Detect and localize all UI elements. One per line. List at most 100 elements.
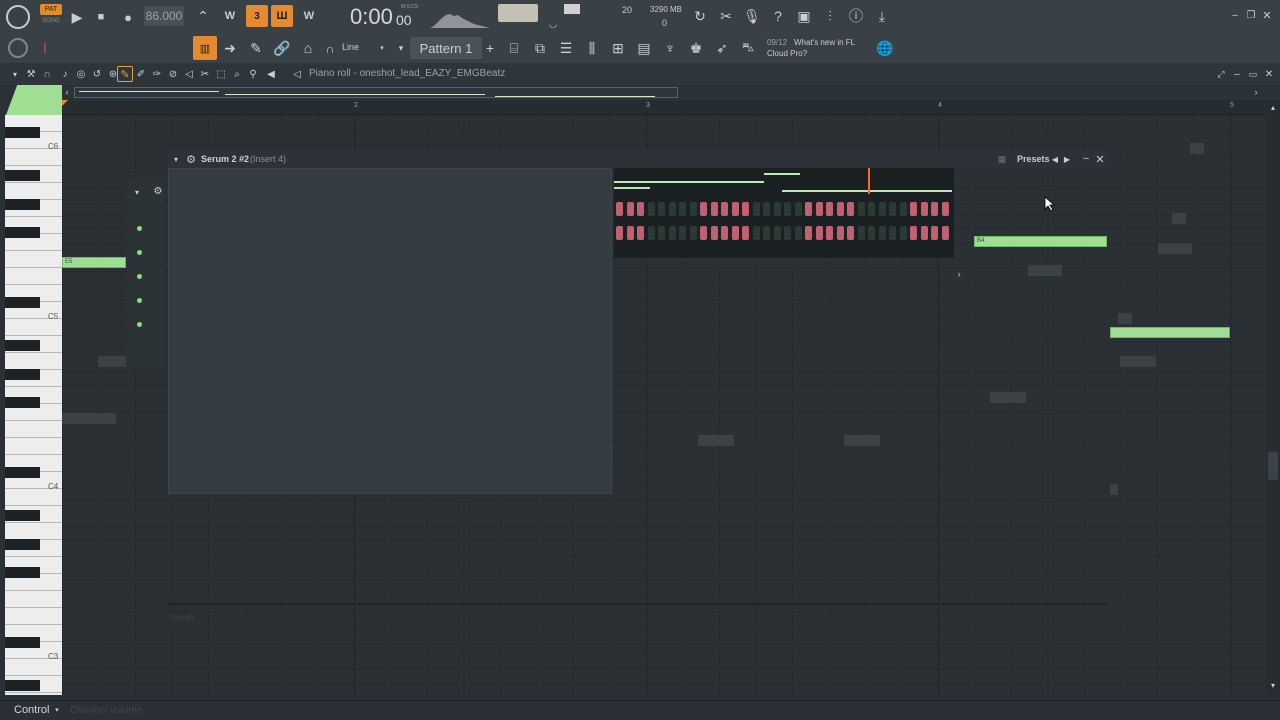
select-tool-icon[interactable]: ⬚ — [214, 67, 228, 81]
step-pad[interactable] — [889, 202, 896, 216]
step-pad[interactable] — [773, 202, 781, 216]
snap-dropdown-icon[interactable]: ▾ — [378, 43, 386, 53]
zoom-tool-icon[interactable]: ⌕ — [230, 67, 244, 81]
news-headline[interactable]: What's new in FL — [794, 38, 855, 47]
step-pad[interactable] — [742, 226, 749, 240]
step-pad[interactable] — [899, 202, 907, 216]
step-pad[interactable] — [889, 226, 896, 240]
step-pad[interactable] — [689, 226, 697, 240]
step-pad[interactable] — [752, 226, 760, 240]
step-pad[interactable] — [931, 226, 938, 240]
piano-roll-title[interactable]: Piano roll - oneshot_lead_EAZY_EMGBeatz — [309, 68, 505, 79]
arrow-icon[interactable]: ➜ — [220, 37, 240, 59]
delete-tool-icon[interactable]: ✑ — [150, 67, 164, 81]
cart-icon[interactable]: ⛍ — [738, 37, 758, 59]
wait-record-icon[interactable]: W — [219, 6, 241, 26]
step-pad[interactable] — [721, 202, 728, 216]
step-pad[interactable] — [637, 202, 644, 216]
step-pad[interactable] — [794, 202, 802, 216]
song-mode-button[interactable]: SONG — [40, 16, 62, 26]
step-pad[interactable] — [899, 226, 907, 240]
marketplace-icon[interactable]: ➶ — [712, 37, 732, 59]
magnet-snap-icon[interactable]: ∩ — [40, 67, 54, 81]
pr-minimize-icon[interactable]: – — [1230, 67, 1244, 81]
record-icon[interactable]: ● — [118, 8, 138, 26]
vertical-scrollbar[interactable]: ▴ ▾ — [1266, 100, 1280, 695]
step-pad[interactable] — [878, 226, 886, 240]
draw-tool-icon[interactable]: ✎ — [117, 66, 133, 82]
step-pad[interactable] — [616, 226, 623, 240]
step-pad[interactable] — [742, 202, 749, 216]
step-pad[interactable] — [941, 202, 949, 216]
plugin-body[interactable] — [168, 168, 612, 494]
pencil-icon[interactable]: ✎ — [246, 37, 266, 59]
step-pad[interactable] — [647, 226, 655, 240]
note-e5[interactable]: E5 — [62, 257, 126, 268]
scroll-up-icon[interactable]: ▴ — [1267, 102, 1279, 112]
step-pad[interactable] — [626, 202, 634, 216]
step-pad[interactable] — [868, 226, 875, 240]
wrench-icon[interactable]: ⚒ — [24, 67, 38, 81]
step-pad[interactable] — [658, 226, 665, 240]
menu-icon[interactable] — [6, 5, 30, 29]
step-pad[interactable] — [847, 226, 854, 240]
plugin-menu-icon[interactable]: ▾ — [171, 153, 181, 165]
tempo-display[interactable]: 86.000 — [144, 6, 184, 26]
step-pad[interactable] — [763, 202, 770, 216]
step-pad[interactable] — [784, 202, 791, 216]
step-pad[interactable] — [773, 226, 781, 240]
magnet-icon[interactable]: ∩ — [324, 41, 336, 57]
microphone-icon[interactable]: 🎙 — [742, 6, 762, 26]
timeline-ruler[interactable]: 2 3 4 5 — [62, 100, 1266, 115]
detach-icon[interactable]: ⤢ — [1214, 67, 1228, 81]
step-pad[interactable] — [668, 226, 676, 240]
pattern-selector[interactable]: Pattern 1 — [410, 37, 482, 59]
step-pad[interactable] — [878, 202, 886, 216]
snap-mode-select[interactable]: Line — [342, 42, 359, 52]
step-pad[interactable] — [689, 202, 697, 216]
plugin-titlebar[interactable]: ▾ ⚙ Serum 2 #2 (Insert 4) ▦ Presets ◀ ▶ … — [168, 150, 1108, 168]
step-pad[interactable] — [637, 226, 644, 240]
panel-expand-icon[interactable]: › — [954, 268, 964, 280]
playback-tool-icon[interactable]: ⚲ — [246, 67, 260, 81]
piano-keyboard[interactable]: C6 C5 C4 C3 — [0, 115, 62, 695]
link-icon[interactable]: 🔗 — [272, 37, 292, 59]
collapse-icon[interactable]: ▾ — [131, 186, 143, 198]
stamp-icon[interactable]: ⌂ — [298, 37, 318, 59]
next-preset-icon[interactable]: ▶ — [1062, 153, 1072, 165]
note-icon[interactable]: ♪ — [58, 67, 72, 81]
step-pad[interactable] — [647, 202, 655, 216]
step-pad[interactable] — [679, 202, 686, 216]
countdown-icon[interactable]: 3 — [246, 5, 268, 27]
mixer-icon[interactable]: ⫶ — [820, 6, 840, 26]
step-pad[interactable] — [815, 226, 823, 240]
master-knob-icon[interactable] — [8, 38, 28, 58]
stop-icon[interactable]: ■ — [92, 8, 110, 26]
scroll-right-icon[interactable]: › — [1250, 86, 1262, 98]
note[interactable] — [1110, 327, 1230, 338]
pitch-icon[interactable]: ǀ — [38, 39, 52, 57]
control-dropdown-icon[interactable]: ▾ — [53, 704, 61, 716]
minimize-icon[interactable]: – — [1228, 8, 1242, 22]
plugin-close-icon[interactable]: ✕ — [1094, 152, 1106, 166]
mixer-view-icon[interactable]: ⫼ — [582, 37, 602, 59]
step-pad[interactable] — [679, 226, 686, 240]
scroll-left-icon[interactable]: ‹ — [62, 86, 72, 98]
step-pad[interactable] — [836, 202, 844, 216]
step-pad[interactable] — [857, 202, 865, 216]
piano-roll-overview[interactable]: ‹ › — [0, 85, 1280, 115]
step-pad[interactable] — [710, 202, 718, 216]
event-divider[interactable] — [168, 603, 1108, 605]
step-pad[interactable] — [815, 202, 823, 216]
playlist-icon[interactable]: ⌸ — [504, 37, 524, 59]
master-volume-meter[interactable] — [498, 4, 538, 22]
undo-icon[interactable]: ↻ — [690, 6, 710, 26]
pattern-dropdown-icon[interactable]: ▾ — [396, 43, 406, 53]
piano-roll-button[interactable]: ▥ — [193, 36, 217, 60]
prev-preset-icon[interactable]: ◀ — [1050, 153, 1060, 165]
step-pad[interactable] — [847, 202, 854, 216]
plugin-database-icon[interactable]: ▤ — [634, 37, 654, 59]
step-pad[interactable] — [731, 226, 739, 240]
step-pad[interactable] — [752, 202, 760, 216]
step-sequencer-panel[interactable] — [614, 168, 954, 261]
